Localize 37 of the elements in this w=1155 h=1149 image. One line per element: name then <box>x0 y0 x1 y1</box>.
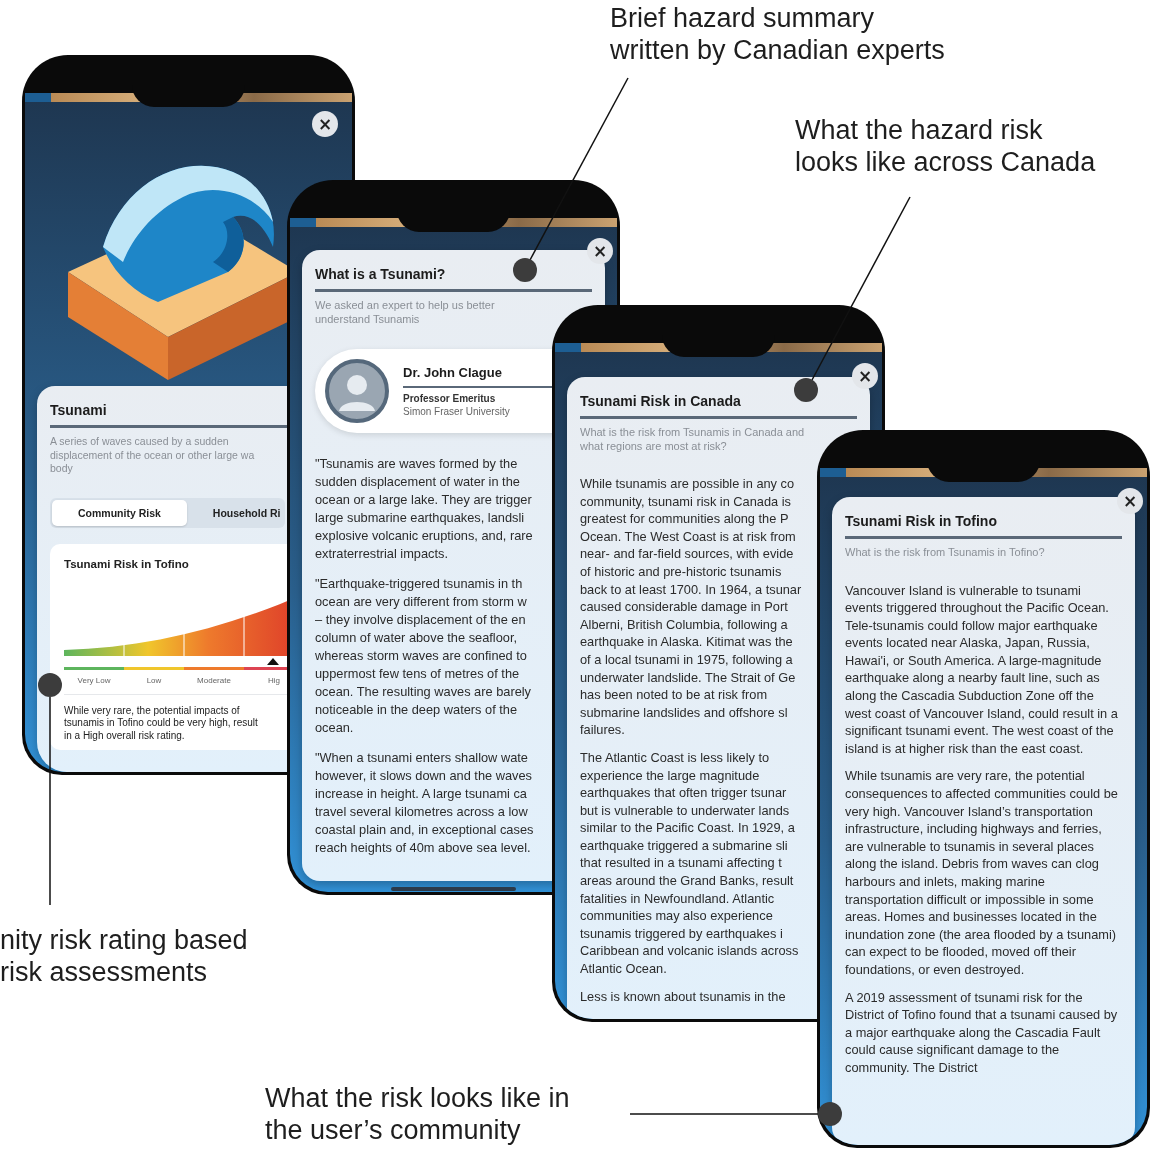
hazard-description: A series of waves caused by a sudden displacement of the ocean or other large wa body <box>50 435 255 476</box>
card-title: Tsunami Risk in Tofino <box>845 513 998 529</box>
body-paragraph: "Tsunamis are waves formed by the sudden displacement of water in the ocean or a large lake. They are trigger large submarine earthquakes, landsli explosive volcanic eruptions, and, rare extraterrestrial impacts. <box>315 455 533 563</box>
tab[interactable]: Household Ri <box>186 499 283 526</box>
risk-level-label: Very Low <box>77 675 111 685</box>
risk-level-label: Hig <box>268 675 280 685</box>
card-title: Tsunami Risk in Canada <box>580 393 742 409</box>
card-subtitle: What is the risk from Tsunamis in Canada and what regions are most at risk? <box>580 426 805 453</box>
body-paragraph: The Atlantic Coast is less likely to experience the large magnitude earthquakes that often trigger tsunar but is vulnerable to underwater lands similar to the Pacific Coast. In 1929, a earthquake triggered a submarine sli that resulted in a tsunami affecting t areas around the Grand Banks, result fatalities in Newfoundland. Atlantic communities may also experience tsunamis triggered by earthquakes i Caribbean and volcanic islands across Atlantic Ocean. <box>580 748 799 978</box>
close-button[interactable]: × <box>1117 488 1143 514</box>
card-subtitle: We asked an expert to help us better understand Tsunamis <box>315 299 495 326</box>
tab[interactable]: Community Risk <box>52 499 187 526</box>
card-title: What is a Tsunami? <box>315 266 447 282</box>
callout-text: What the risk looks like in the user’s community <box>265 1082 570 1146</box>
body-paragraph: A 2019 assessment of tsunami risk for the District of Tofino found that a tsunami caused by a major earthquake along the Cascadia Fault could cause significant damage to the community. The District <box>845 988 1119 1077</box>
card-subtitle: What is the risk from Tsunamis in Tofino? <box>845 546 1045 560</box>
close-button[interactable]: × <box>852 363 878 389</box>
card-title: Tsunami <box>50 402 108 418</box>
close-button[interactable]: × <box>587 238 613 264</box>
risk-summary: While very rare, the potential impacts of tsunamis in Tofino could be very high, result in a High overall risk rating. <box>64 704 258 742</box>
body-paragraph: While tsunamis are very rare, the potential consequences to affected communities could be very high. Vancouver Island’s transportation infrastructure, including highways and ferries, are vulnerable to tsunamis in several places along the island. Debris from waves can clog harbours and inlets, making marine transportation difficult or impossible in some areas. Homes and businesses located in the inundation zone (the area flooded by a tsunami) can expect to be flooded, moved off their foundations, or even destroyed. <box>845 767 1119 979</box>
risk-level-label: Moderate <box>197 675 231 685</box>
callout-text: nity risk rating based risk assessments <box>0 924 248 988</box>
risk-level-label: Low <box>146 675 162 685</box>
body-paragraph: While tsunamis are possible in any co community, tsunami risk in Canada is greatest for communities along the P Ocean. The West Coast is at risk from near- and far-field sources, with evide of historic and pre-historic tsunamis back to at least 1700. In 1964, a tsunar caused considerable damage in Port Alberni, British Columbia, following a earthquake in Alaska. Kitimat was the of a local tsunami in 1975, following a underwater landslide. The Strait of Ge has been noted to be at risk from submarine landslides and offshore sl failures. <box>580 475 802 739</box>
close-button[interactable]: × <box>312 111 338 137</box>
callout-text: What the hazard risk looks like across Canada <box>795 114 1096 178</box>
expert-affiliation: Simon Fraser University <box>403 406 510 417</box>
risk-title: Tsunami Risk in Tofino <box>64 557 190 570</box>
callout-text: Brief hazard summary written by Canadian experts <box>610 2 945 66</box>
expert-role: Professor Emeritus <box>403 393 496 404</box>
avatar-icon <box>325 359 389 423</box>
body-paragraph: Vancouver Island is vulnerable to tsunami events triggered throughout the Pacific Ocean. Tele-tsunamis could follow major earthquake events located near Alaska, Japan, Russia, Hawai'i, or South America. A large-magnitude earthquake along a nearby fault line, such as along the Cascadia Subduction Zone off the west coast of Vancouver Island, could result in a significant tsunami event. The west coast of the island is at higher risk than the east coast. <box>845 581 1119 758</box>
body-paragraph: "Earthquake-triggered tsunamis in th ocean are very different from storm w – they involve displacement of the en column of water above the seafloor, whereas storm waves are confined to uppermost few tens of metres of the ocean. The resulting waves are barely noticeable in the deep waters of the ocean. <box>315 575 531 737</box>
body-paragraph: "When a tsunami enters shallow wate however, it slows down and the waves increase in height. A large tsunami ca travel several kilometres across a low coastal plain and, in exceptional cases reach heights of 40m above sea level. <box>315 749 534 857</box>
body-paragraph: Less is known about tsunamis in the <box>580 987 786 1006</box>
expert-name: Dr. John Clague <box>403 365 502 380</box>
